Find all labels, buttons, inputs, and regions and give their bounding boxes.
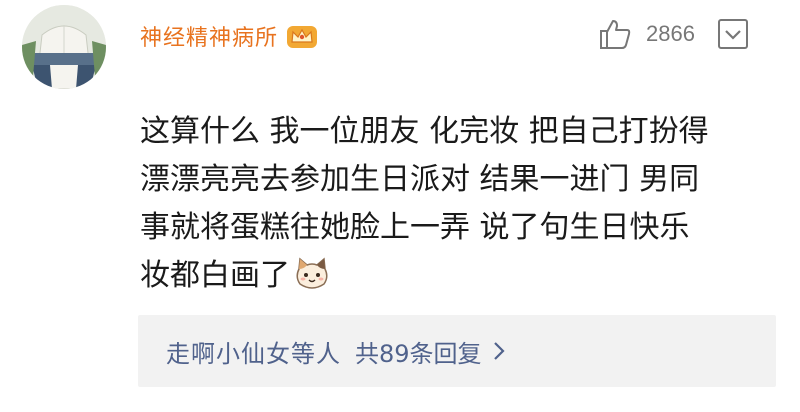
avatar[interactable] <box>22 5 106 89</box>
avatar-image <box>22 5 106 89</box>
comment-line: 妆都白画了 <box>140 258 290 293</box>
cat-emoji-icon <box>294 257 330 306</box>
comment-body: 这算什么 我一位朋友 化完妆 把自己打扮得 漂漂亮亮去参加生日派对 结果一进门 … <box>140 108 790 300</box>
username[interactable]: 神经精神病所 <box>140 20 278 52</box>
comment-line: 漂漂亮亮去参加生日派对 结果一进门 男同 <box>140 162 700 197</box>
comment-line: 事就将蛋糕往她脸上一弄 说了句生日快乐 <box>140 210 690 245</box>
user-header: 神经精神病所 <box>140 20 318 52</box>
reply-names: 走啊小仙女等人 <box>166 339 341 368</box>
vip-crown-badge-icon <box>286 23 318 49</box>
chevron-right-icon <box>492 340 506 362</box>
reply-count: 共89条回复 <box>355 339 482 368</box>
like-count: 2866 <box>646 21 695 46</box>
comment-actions: 2866 <box>598 18 749 50</box>
comment-line: 这算什么 我一位朋友 化完妆 把自己打扮得 <box>140 114 709 149</box>
more-options-icon[interactable] <box>717 18 749 50</box>
comment-line-last: 妆都白画了 <box>140 252 790 300</box>
reply-summary-button[interactable]: 走啊小仙女等人 共89条回复 <box>138 315 776 387</box>
thumbs-up-icon[interactable] <box>598 18 632 50</box>
